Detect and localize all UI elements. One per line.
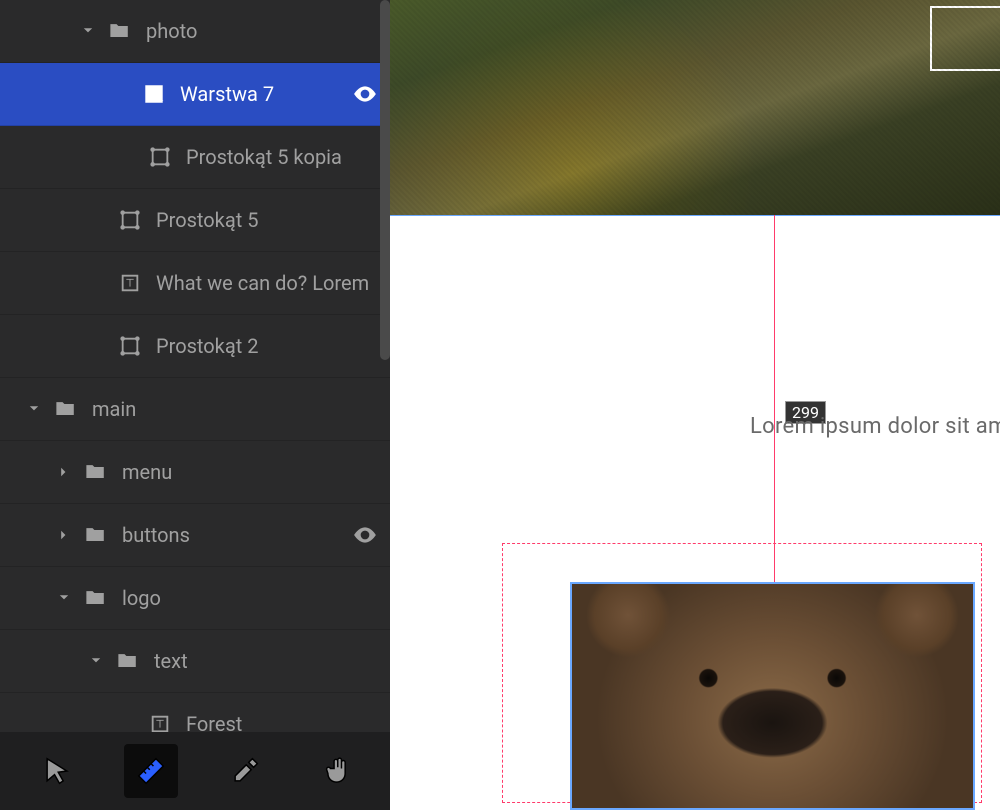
image-icon bbox=[142, 82, 166, 106]
layers-list: photo Warstwa 7 Prostokąt 5 kopia Prostokąt… bbox=[0, 0, 390, 732]
layer-label: Prostokąt 5 kopia bbox=[186, 145, 390, 169]
folder-icon bbox=[54, 397, 78, 421]
canvas-background-photo bbox=[390, 0, 1000, 215]
navigator-viewport-box[interactable] bbox=[930, 6, 1000, 71]
layer-label: main bbox=[92, 397, 390, 421]
shape-icon bbox=[118, 208, 142, 232]
folder-icon bbox=[84, 586, 108, 610]
expand-toggle-icon[interactable] bbox=[54, 465, 74, 479]
layer-row[interactable]: Prostokąt 5 bbox=[0, 189, 390, 252]
layer-row[interactable]: buttons bbox=[0, 504, 390, 567]
layer-row[interactable]: Warstwa 7 bbox=[0, 63, 390, 126]
layer-label: photo bbox=[146, 19, 390, 43]
layer-row[interactable]: photo bbox=[0, 0, 390, 63]
hand-tool[interactable] bbox=[312, 744, 366, 798]
canvas[interactable]: 299 Lorem ipsum dolor sit amet bbox=[390, 0, 1000, 810]
layer-label: What we can do? Lorem bbox=[156, 271, 390, 295]
layer-row[interactable]: menu bbox=[0, 441, 390, 504]
shape-icon bbox=[148, 145, 172, 169]
layer-label: Forest bbox=[186, 712, 390, 732]
layers-scrollbar[interactable] bbox=[380, 0, 390, 360]
folder-icon bbox=[84, 460, 108, 484]
layer-label: buttons bbox=[122, 523, 340, 547]
layer-row[interactable]: main bbox=[0, 378, 390, 441]
expand-toggle-icon[interactable] bbox=[54, 591, 74, 605]
lorem-text: Lorem ipsum dolor sit amet bbox=[750, 414, 1000, 439]
folder-icon bbox=[84, 523, 108, 547]
text-icon bbox=[118, 271, 142, 295]
expand-toggle-icon[interactable] bbox=[78, 24, 98, 38]
layer-label: Prostokąt 5 bbox=[156, 208, 390, 232]
bear-image-layer[interactable] bbox=[570, 582, 975, 810]
visibility-eye-icon[interactable] bbox=[340, 522, 390, 548]
expand-toggle-icon[interactable] bbox=[54, 528, 74, 542]
shape-icon bbox=[118, 334, 142, 358]
layer-label: menu bbox=[122, 460, 390, 484]
layer-label: Prostokąt 2 bbox=[156, 334, 390, 358]
pointer-tool[interactable] bbox=[30, 744, 84, 798]
layer-row[interactable]: Prostokąt 2 bbox=[0, 315, 390, 378]
layer-row[interactable]: Prostokąt 5 kopia bbox=[0, 126, 390, 189]
layer-row[interactable]: logo bbox=[0, 567, 390, 630]
text-icon bbox=[148, 712, 172, 732]
folder-icon bbox=[116, 649, 140, 673]
ruler-tool[interactable] bbox=[124, 744, 178, 798]
eyedrop-tool[interactable] bbox=[218, 744, 272, 798]
layer-row[interactable]: What we can do? Lorem bbox=[0, 252, 390, 315]
layer-row[interactable]: text bbox=[0, 630, 390, 693]
layer-label: text bbox=[154, 649, 390, 673]
folder-icon bbox=[108, 19, 132, 43]
layer-label: logo bbox=[122, 586, 390, 610]
layers-sidebar: photo Warstwa 7 Prostokąt 5 kopia Prostokąt… bbox=[0, 0, 390, 810]
expand-toggle-icon[interactable] bbox=[24, 402, 44, 416]
tools-toolbar bbox=[0, 732, 390, 810]
layer-row[interactable]: Forest bbox=[0, 693, 390, 732]
expand-toggle-icon[interactable] bbox=[86, 654, 106, 668]
layer-label: Warstwa 7 bbox=[180, 82, 340, 106]
